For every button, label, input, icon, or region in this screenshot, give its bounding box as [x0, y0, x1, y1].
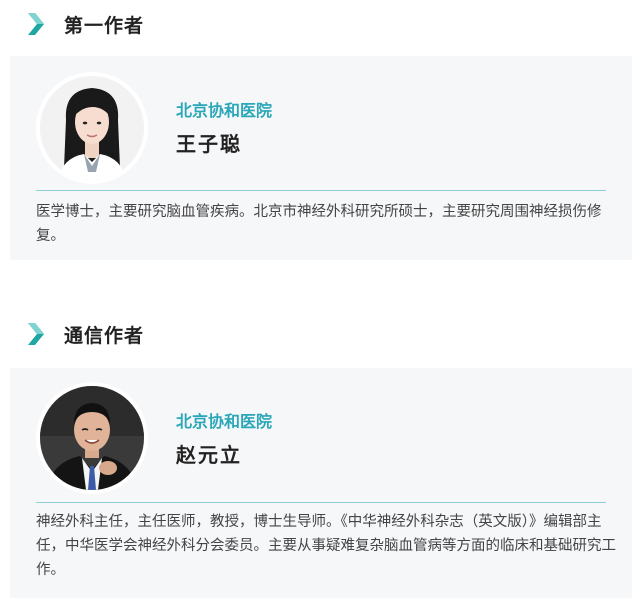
section-header-first-author: 第一作者	[24, 9, 144, 39]
author-hospital: 北京协和医院	[176, 101, 273, 120]
author-bio: 神经外科主任，主任医师，教授，博士生导师。《中华神经外科杂志（英文版）》编辑部主…	[36, 514, 616, 578]
divider	[36, 502, 606, 503]
portrait-photo	[40, 76, 144, 180]
chevron-right-icon	[28, 13, 44, 35]
section-header-corresponding-author: 通信作者	[24, 319, 144, 349]
section-title: 通信作者	[64, 324, 145, 347]
author-card-corresponding: 北京协和医院 赵元立 神经外科主任，主任医师，教授，博士生导师。《中华神经外科杂…	[10, 368, 632, 598]
author-hospital: 北京协和医院	[176, 412, 273, 431]
section-title: 第一作者	[64, 14, 145, 37]
author-name: 赵元立	[176, 443, 242, 467]
chevron-right-icon	[28, 323, 44, 345]
author-card-first: 北京协和医院 王子聪 医学博士，主要研究脑血管疾病。北京市神经外科研究所硕士，主…	[10, 56, 632, 260]
author-name: 王子聪	[176, 132, 242, 156]
avatar-frame	[36, 382, 148, 494]
author-bio: 医学博士，主要研究脑血管疾病。北京市神经外科研究所硕士，主要研究周围神经损伤修复…	[36, 204, 602, 244]
divider	[36, 190, 606, 191]
portrait-photo	[40, 386, 144, 490]
avatar-frame	[36, 72, 148, 184]
